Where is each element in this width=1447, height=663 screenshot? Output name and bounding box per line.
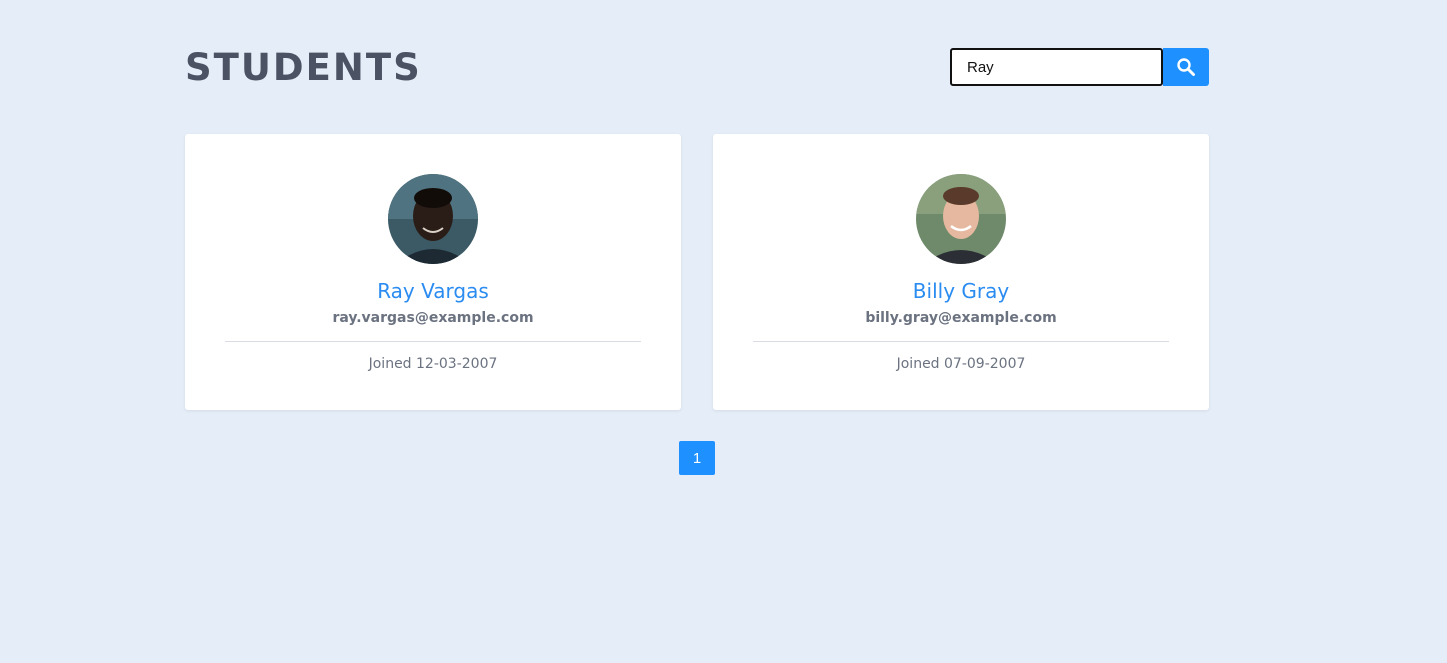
student-joined-date: Joined 07-09-2007	[896, 356, 1026, 372]
student-card: Ray Vargas ray.vargas@example.com Joined…	[185, 134, 681, 410]
page-button-1[interactable]: 1	[679, 441, 715, 475]
search-bar	[950, 48, 1209, 86]
search-button[interactable]	[1163, 48, 1209, 86]
avatar	[388, 174, 478, 264]
student-card: Billy Gray billy.gray@example.com Joined…	[713, 134, 1209, 410]
student-name: Ray Vargas	[377, 279, 489, 303]
student-joined-date: Joined 12-03-2007	[368, 356, 498, 372]
divider	[753, 341, 1169, 342]
student-email: billy.gray@example.com	[865, 310, 1057, 326]
page-title: STUDENTS	[185, 46, 422, 89]
student-card-list: Ray Vargas ray.vargas@example.com Joined…	[185, 134, 1209, 410]
avatar	[916, 174, 1006, 264]
student-email: ray.vargas@example.com	[332, 310, 534, 326]
pagination: 1	[679, 441, 715, 475]
search-input[interactable]	[950, 48, 1163, 86]
student-name: Billy Gray	[912, 279, 1010, 303]
search-icon	[1177, 58, 1195, 76]
divider	[225, 341, 641, 342]
